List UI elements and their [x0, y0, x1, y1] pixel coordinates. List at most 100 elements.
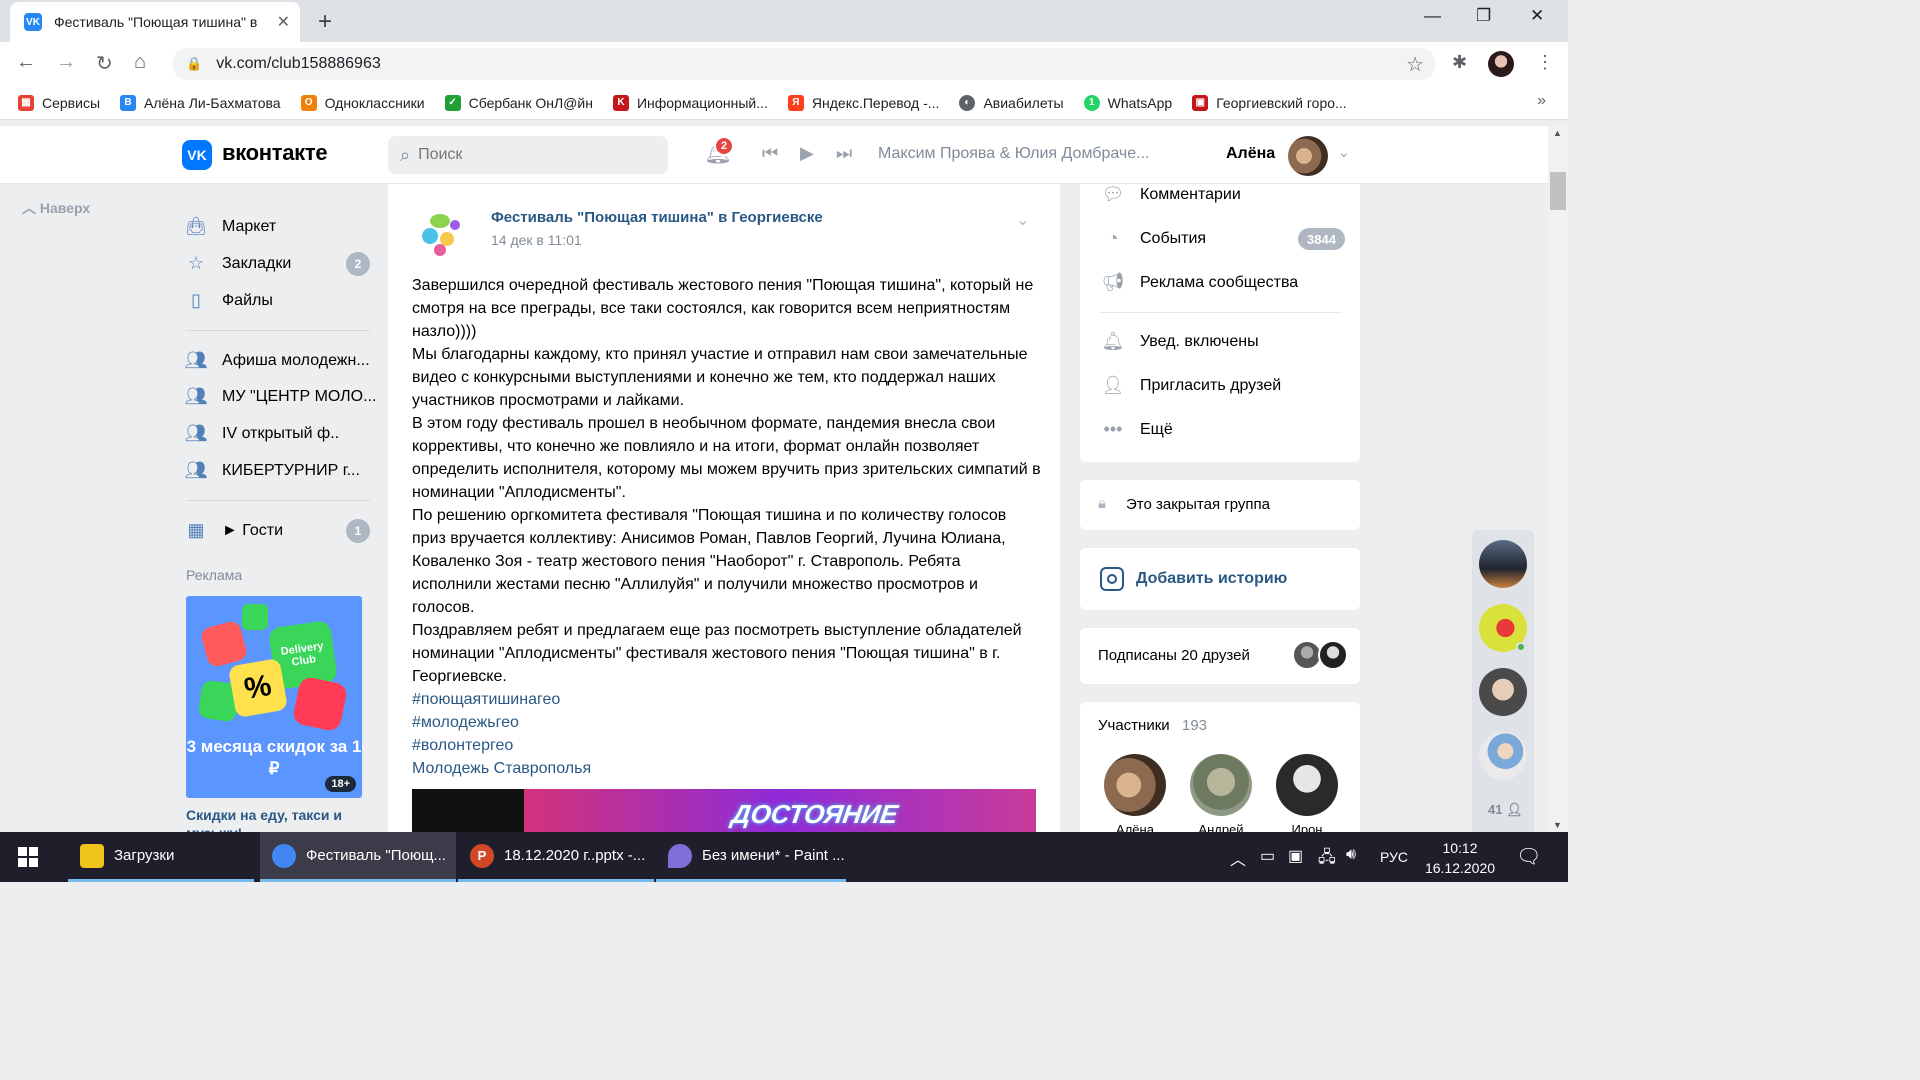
- taskbar-item-powerpoint[interactable]: P 18.12.2020 г..pptx -...: [458, 832, 654, 882]
- hashtag-link[interactable]: #поющаятишинагео: [412, 688, 1042, 711]
- vk-logo-text[interactable]: вконтакте: [222, 140, 328, 166]
- previous-track-icon[interactable]: ⏮︎: [762, 143, 778, 164]
- bookmarks-count-badge: 2: [346, 252, 370, 276]
- meet-now-icon[interactable]: ▭: [1260, 846, 1275, 866]
- taskbar-item-downloads[interactable]: Загрузки: [68, 832, 254, 882]
- chevron-down-icon[interactable]: ⌄: [1016, 210, 1029, 230]
- taskbar-item-chrome[interactable]: Фестиваль "Поющ...: [260, 832, 456, 882]
- close-tab-icon[interactable]: ✕: [277, 12, 290, 32]
- bookmark-whatsapp[interactable]: 1 WhatsApp: [1083, 94, 1172, 111]
- notification-center-icon[interactable]: 🗨︎: [1516, 844, 1541, 869]
- bookmark-info[interactable]: K Информационный...: [612, 94, 768, 111]
- vk-logo-icon[interactable]: VK: [182, 140, 212, 170]
- post-video[interactable]: ДОСТОЯНИЕ: [412, 789, 1036, 833]
- post-date[interactable]: 14 дек в 11:01: [491, 232, 582, 248]
- profile-avatar[interactable]: [1488, 51, 1514, 77]
- ad-image[interactable]: Delivery Club % 3 месяца скидок за 1 ₽ 1…: [186, 596, 362, 798]
- post-author-link[interactable]: Фестиваль "Поющая тишина" в Георгиевске: [491, 209, 823, 226]
- action-notifications[interactable]: 🔔︎ Увед. включены: [1100, 331, 1259, 352]
- omnibox[interactable]: 🔒 vk.com/club158886963 ☆: [172, 48, 1436, 80]
- hashtag-link[interactable]: #молодежьгео: [412, 711, 1042, 734]
- hashtag-link[interactable]: #волонтергео: [412, 734, 1042, 757]
- sidebar-group-center[interactable]: 👥︎ МУ "ЦЕНТР МОЛО...: [184, 386, 377, 407]
- menu-item-ads[interactable]: 📢︎ Реклама сообщества: [1100, 272, 1299, 293]
- next-track-icon[interactable]: ⏭︎: [836, 143, 852, 164]
- windows-start-icon[interactable]: [18, 847, 38, 867]
- minimize-icon[interactable]: —: [1424, 6, 1441, 26]
- user-avatar[interactable]: [1288, 136, 1328, 176]
- bookmark-avia[interactable]: ◐ Авиабилеты: [959, 94, 1064, 111]
- battery-icon[interactable]: ▣: [1288, 846, 1303, 866]
- bookmark-services[interactable]: ▦ Сервисы: [18, 94, 100, 111]
- home-icon[interactable]: ⌂: [134, 51, 146, 74]
- subscribed-friends-card[interactable]: Подписаны 20 друзей: [1080, 628, 1360, 684]
- menu-item-comments[interactable]: 💬︎ Комментарии: [1100, 184, 1241, 205]
- scrollbar-thumb[interactable]: [1550, 172, 1566, 210]
- online-friends-count[interactable]: 41 👤︎: [1488, 802, 1523, 818]
- powerpoint-icon: P: [470, 843, 494, 868]
- bookmark-georgievsk[interactable]: ▣ Георгиевский горо...: [1192, 94, 1347, 111]
- member-avatar: [1104, 754, 1166, 816]
- community-avatar[interactable]: [412, 204, 468, 260]
- friend-avatar[interactable]: [1479, 540, 1527, 588]
- friend-avatar[interactable]: [1479, 668, 1527, 716]
- close-window-icon[interactable]: ✕: [1530, 6, 1544, 26]
- friend-avatar[interactable]: [1479, 732, 1527, 780]
- paint-icon: [668, 843, 692, 868]
- taskbar-clock[interactable]: 10:12 16.12.2020: [1424, 838, 1496, 878]
- bookmark-yandex-translate[interactable]: Я Яндекс.Перевод -...: [787, 94, 939, 111]
- sidebar-item-bookmarks[interactable]: ☆ Закладки: [184, 253, 291, 274]
- search-input[interactable]: [418, 146, 639, 164]
- chevron-down-icon[interactable]: ⌄: [1338, 144, 1350, 161]
- kdm-icon: K: [612, 94, 629, 111]
- scroll-to-top[interactable]: ︿ Наверх: [22, 198, 90, 218]
- vk-search[interactable]: ⌕: [388, 136, 668, 174]
- bookmark-star-icon[interactable]: ☆: [1406, 52, 1424, 77]
- action-invite-friends[interactable]: 👤︎ Пригласить друзей: [1100, 375, 1282, 396]
- sidebar-item-guests[interactable]: ▦ ► Гости: [184, 520, 283, 541]
- member-item[interactable]: Алёна: [1104, 754, 1166, 837]
- online-friends-number: 41: [1488, 802, 1503, 817]
- shopping-bag-icon: 👜︎: [184, 216, 208, 236]
- volume-icon[interactable]: 🔊︎: [1346, 846, 1356, 864]
- sidebar-item-files[interactable]: ▯ Файлы: [184, 290, 273, 311]
- bookmark-odnoklassniki[interactable]: O Одноклассники: [300, 94, 425, 111]
- taskbar-item-paint[interactable]: Без имени* - Paint ...: [656, 832, 846, 882]
- network-icon[interactable]: 🖧︎: [1318, 846, 1336, 873]
- user-name[interactable]: Алёна: [1226, 145, 1275, 163]
- group-icon: 👥︎: [184, 460, 208, 480]
- menu-dots-icon[interactable]: ⋮: [1536, 52, 1554, 73]
- play-icon[interactable]: ▶: [800, 143, 814, 164]
- member-item[interactable]: Андрей: [1190, 754, 1252, 837]
- bookmark-sberbank[interactable]: ✓ Сбербанк ОнЛ@йн: [444, 94, 593, 111]
- menu-item-events[interactable]: ◔ События: [1100, 228, 1206, 249]
- forward-icon[interactable]: →: [56, 51, 76, 74]
- community-mention-link[interactable]: Молодежь Ставрополья: [412, 757, 1042, 780]
- new-tab-icon[interactable]: +: [318, 8, 332, 36]
- guests-count-badge: 1: [346, 519, 370, 543]
- sidebar-item-market[interactable]: 👜︎ Маркет: [184, 216, 277, 237]
- post-paragraph: Мы благодарны каждому, кто принял участи…: [412, 346, 1028, 409]
- action-more[interactable]: ••• Ещё: [1100, 419, 1173, 440]
- sidebar-group-afisha[interactable]: 👥︎ Афиша молодежн...: [184, 350, 370, 371]
- member-item[interactable]: Ирон: [1276, 754, 1338, 837]
- scroll-up-arrow-icon[interactable]: ▲: [1553, 128, 1562, 138]
- tray-overflow-icon[interactable]: ︿: [1230, 846, 1246, 870]
- vk-header: VK вконтакте ⌕ 🔔︎ 2 ⏮︎ ▶ ⏭︎ Максим Прояв…: [0, 126, 1548, 184]
- page-scrollbar[interactable]: ▲ ▼: [1548, 126, 1568, 832]
- bookmark-vk-profile[interactable]: B Алёна Ли-Бахматова: [120, 94, 281, 111]
- reload-icon[interactable]: ↻: [96, 51, 113, 76]
- sidebar-group-cyber[interactable]: 👥︎ КИБЕРТУРНИР г...: [184, 460, 360, 481]
- post-paragraph: Поздравляем ребят и предлагаем еще раз п…: [412, 622, 1022, 685]
- now-playing-track[interactable]: Максим Проява & Юлия Домбраче...: [878, 145, 1149, 163]
- scroll-down-arrow-icon[interactable]: ▼: [1553, 820, 1562, 830]
- browser-tab[interactable]: VK Фестиваль "Поющая тишина" в ✕: [10, 2, 300, 42]
- back-icon[interactable]: ←: [16, 51, 36, 74]
- language-indicator[interactable]: РУС: [1380, 849, 1408, 865]
- extensions-icon[interactable]: ✱: [1452, 52, 1467, 73]
- members-title[interactable]: Участники: [1098, 717, 1170, 734]
- bookmarks-overflow-icon[interactable]: »: [1537, 92, 1546, 110]
- sidebar-group-festival[interactable]: 👥︎ IV открытый ф..: [184, 423, 340, 444]
- restore-icon[interactable]: ❐: [1476, 6, 1491, 26]
- add-story-card[interactable]: Добавить историю: [1080, 548, 1360, 610]
